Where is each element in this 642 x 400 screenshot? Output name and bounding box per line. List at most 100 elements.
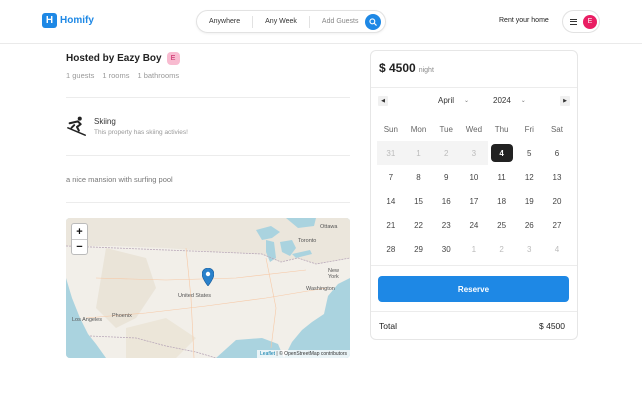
- leaflet-link[interactable]: Leaflet: [260, 351, 275, 357]
- logo-text: Homify: [60, 15, 94, 26]
- divider: [66, 202, 350, 203]
- calendar-day[interactable]: 19: [515, 189, 543, 213]
- calendar-next-button[interactable]: ▶: [560, 96, 570, 106]
- menu-icon: [570, 18, 577, 25]
- calendar-weekday: Sat: [550, 124, 563, 134]
- calendar-day[interactable]: 14: [377, 189, 405, 213]
- calendar-day[interactable]: 16: [432, 189, 460, 213]
- calendar-day[interactable]: 22: [405, 213, 433, 237]
- calendar-weekday: Thu: [494, 124, 509, 134]
- calendar-year-select[interactable]: 2024 ⌄: [493, 96, 526, 105]
- zoom-in-button[interactable]: +: [72, 224, 87, 239]
- calendar-day[interactable]: 8: [405, 165, 433, 189]
- calendar-weekday: Wed: [465, 124, 483, 134]
- logo-badge: H: [42, 13, 57, 28]
- feature-description: This property has skiing activies!: [94, 129, 188, 136]
- calendar-day: 2: [432, 141, 461, 165]
- search-guests[interactable]: Add Guests: [308, 15, 365, 28]
- guests-count: 1 guests: [66, 71, 95, 80]
- calendar-day[interactable]: 13: [543, 165, 571, 189]
- calendar-day: 31: [377, 141, 405, 165]
- calendar-year: 2024: [493, 96, 511, 105]
- hosted-by-text: Hosted by Eazy Boy: [66, 53, 162, 64]
- reserve-button[interactable]: Reserve: [378, 276, 569, 302]
- card-divider: [371, 311, 577, 312]
- calendar-day[interactable]: 24: [460, 213, 488, 237]
- calendar-weekday: Fri: [524, 124, 534, 134]
- calendar-day[interactable]: 6: [543, 141, 571, 165]
- rent-your-home-link[interactable]: Rent your home: [499, 17, 549, 24]
- calendar-day[interactable]: 9: [432, 165, 460, 189]
- search-icon: [369, 18, 377, 26]
- calendar-day[interactable]: 27: [543, 213, 571, 237]
- calendar-day[interactable]: 10: [460, 165, 488, 189]
- calendar-day[interactable]: 17: [460, 189, 488, 213]
- search-week[interactable]: Any Week: [252, 15, 309, 28]
- user-menu-button[interactable]: E: [562, 10, 600, 33]
- total-label: Total: [379, 321, 397, 331]
- price-per: night: [418, 67, 434, 74]
- chevron-down-icon: ⌄: [520, 98, 526, 104]
- divider: [66, 97, 350, 98]
- avatar: E: [583, 14, 597, 29]
- calendar-day[interactable]: 12: [515, 165, 543, 189]
- calendar-day[interactable]: 18: [488, 189, 516, 213]
- zoom-out-button[interactable]: −: [72, 239, 87, 254]
- map-label-los-angeles: Los Angeles: [72, 317, 102, 323]
- calendar-prev-button[interactable]: ◀: [378, 96, 388, 106]
- calendar-day[interactable]: 23: [432, 213, 460, 237]
- map-label-new-york: New York: [328, 268, 340, 280]
- calendar-day[interactable]: 26: [515, 213, 543, 237]
- calendar-day-label: 4: [490, 144, 513, 162]
- top-header: H Homify Anywhere Any Week Add Guests Re…: [0, 0, 642, 44]
- map-marker-icon[interactable]: [202, 268, 214, 286]
- calendar-day: 3: [460, 141, 488, 165]
- calendar-weekday: Mon: [410, 124, 427, 134]
- rooms-count: 1 rooms: [102, 71, 130, 80]
- calendar-day-selected[interactable]: 4: [488, 141, 516, 165]
- search-location[interactable]: Anywhere: [197, 16, 252, 28]
- map-label-ottawa: Ottawa: [320, 224, 338, 230]
- calendar-month: April: [438, 96, 455, 105]
- logo[interactable]: H Homify: [42, 13, 94, 28]
- calendar-weekday: Sun: [383, 124, 398, 134]
- price: $ 4500: [379, 61, 416, 75]
- calendar-day[interactable]: 20: [543, 189, 571, 213]
- osm-attribution: | © OpenStreetMap contributors: [275, 351, 347, 357]
- divider: [66, 155, 350, 156]
- map-label-united-states: United States: [178, 293, 212, 299]
- calendar-day: 2: [499, 244, 504, 254]
- calendar-day[interactable]: 29: [405, 237, 433, 261]
- map-label-toronto: Toronto: [298, 238, 317, 244]
- calendar-day: 3: [527, 244, 532, 254]
- calendar-day[interactable]: 7: [377, 165, 405, 189]
- location-map[interactable]: + − Ottawa Toronto New York Washington U…: [66, 218, 350, 358]
- search-button[interactable]: [365, 14, 381, 30]
- feature-title: Skiing: [94, 117, 116, 126]
- map-zoom-control: + −: [71, 223, 88, 255]
- search-bar[interactable]: Anywhere Any Week Add Guests: [196, 10, 386, 33]
- card-divider: [371, 87, 577, 88]
- calendar-day[interactable]: 25: [488, 213, 516, 237]
- calendar-day[interactable]: 30: [432, 237, 460, 261]
- calendar-day[interactable]: 15: [405, 189, 433, 213]
- calendar-grid: Sun Mon Tue Wed Thu Fri Sat 31 1 2 3 4 5 6 7 8 9 10 11 12 13…: [377, 117, 571, 261]
- chevron-down-icon: ⌄: [464, 98, 470, 104]
- calendar-month-select[interactable]: April ⌄: [438, 96, 469, 105]
- total-value: $ 4500: [539, 321, 565, 331]
- calendar-day: 1: [404, 141, 433, 165]
- calendar-day: 4: [554, 244, 560, 254]
- map-attribution: Leaflet | © OpenStreetMap contributors: [257, 350, 350, 358]
- calendar-day[interactable]: 5: [515, 141, 543, 165]
- price-row: $ 4500 night: [379, 61, 434, 75]
- map-label-washington: Washington: [306, 286, 335, 292]
- map-label-phoenix: Phoenix: [112, 313, 132, 319]
- calendar-day[interactable]: 11: [488, 165, 516, 189]
- calendar-day: 1: [471, 244, 477, 254]
- listing-feature: Skiing This property has skiing activies…: [66, 115, 188, 137]
- calendar-weekday: Tue: [439, 124, 453, 134]
- calendar-day[interactable]: 28: [377, 237, 405, 261]
- calendar-day[interactable]: 21: [377, 213, 405, 237]
- listing-stats: 1 guests 1 rooms 1 bathrooms: [66, 71, 179, 80]
- card-divider: [371, 265, 577, 266]
